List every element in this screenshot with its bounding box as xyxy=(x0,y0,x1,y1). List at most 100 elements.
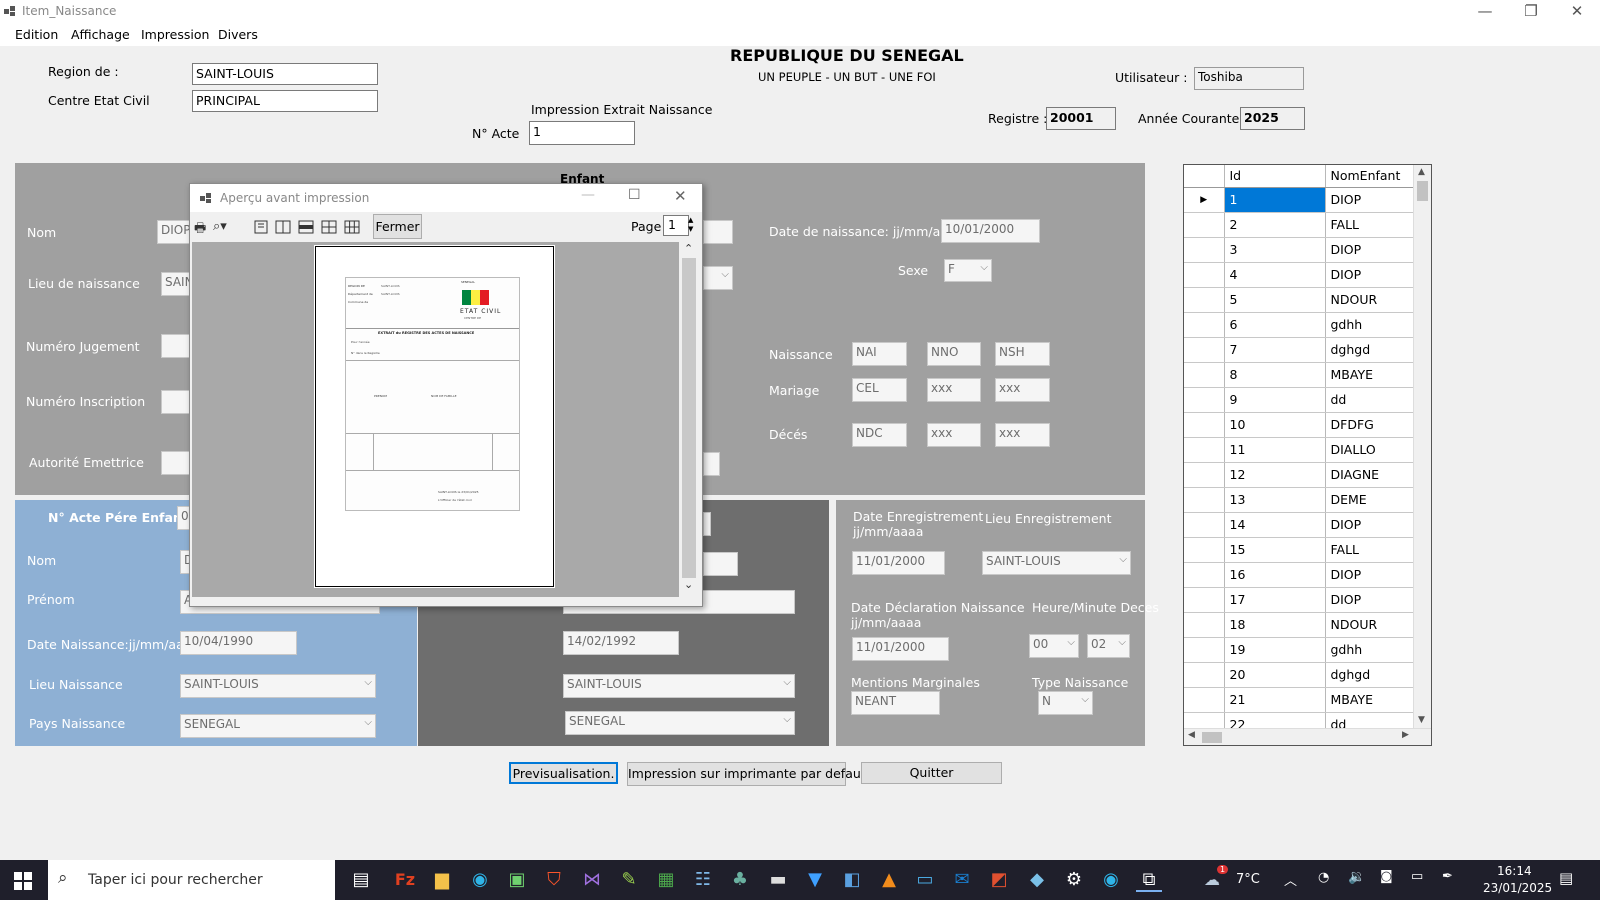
lieu-enreg-select[interactable]: SAINT-LOUIS ⌵ xyxy=(982,551,1131,575)
menu-impression[interactable]: Impression xyxy=(141,27,209,42)
mere-date-field[interactable]: 14/02/1992 xyxy=(563,631,679,655)
row-header[interactable] xyxy=(1184,437,1225,463)
print-default-button[interactable]: Impression sur imprimante par defaut. xyxy=(627,762,870,786)
cell-id[interactable]: 16 xyxy=(1224,562,1326,588)
cell-id[interactable]: 19 xyxy=(1224,637,1326,663)
table-row[interactable]: 19 gdhh xyxy=(1184,637,1414,663)
page-spinner[interactable]: ▲ ▼ xyxy=(688,216,693,234)
menu-affichage[interactable]: Affichage xyxy=(71,27,130,42)
cell-nomenfant[interactable]: MBAYE xyxy=(1325,687,1414,713)
terminal-icon[interactable]: ▣ xyxy=(504,868,530,892)
cell-nomenfant[interactable]: DIOP xyxy=(1325,512,1414,538)
grid-hscrollbar[interactable]: ◀ ▶ xyxy=(1184,728,1431,745)
cell-nomenfant[interactable]: DFDFG xyxy=(1325,412,1414,438)
scroll-up-icon[interactable]: ⌃ xyxy=(684,242,693,255)
col-header-nomenfant[interactable]: NomEnfant xyxy=(1325,165,1414,188)
menu-divers[interactable]: Divers xyxy=(218,27,258,42)
row-header[interactable] xyxy=(1184,562,1225,588)
cell-id[interactable]: 21 xyxy=(1224,687,1326,713)
row-header[interactable] xyxy=(1184,537,1225,563)
zoom-icon[interactable]: ⌕▾ xyxy=(213,219,227,234)
two-pages-icon[interactable] xyxy=(275,220,291,234)
cell-nomenfant[interactable]: DIOP xyxy=(1325,587,1414,613)
mere-pays-select[interactable]: SENEGAL ⌵ xyxy=(565,711,795,735)
task-view-icon[interactable]: ▤ xyxy=(348,868,374,892)
camera-icon[interactable]: ◙ xyxy=(1380,869,1393,884)
cell-nomenfant[interactable]: DIAGNE xyxy=(1325,462,1414,488)
fermer-button[interactable]: Fermer xyxy=(373,214,422,239)
minute-select[interactable]: 02 ⌵ xyxy=(1087,634,1130,658)
cell-nomenfant[interactable]: DEME xyxy=(1325,487,1414,513)
three-pages-icon[interactable] xyxy=(298,220,314,234)
pen-icon[interactable]: ✒ xyxy=(1442,869,1453,884)
table-row[interactable]: 16 DIOP xyxy=(1184,562,1414,588)
table-row[interactable]: 14 DIOP xyxy=(1184,512,1414,538)
mere-nom-field[interactable] xyxy=(703,552,738,576)
mere-acte-field[interactable] xyxy=(703,512,711,536)
remote-desktop-icon[interactable]: ▭ xyxy=(912,868,938,892)
row-header[interactable] xyxy=(1184,462,1225,488)
network-app-icon[interactable]: ☷ xyxy=(690,868,716,892)
vlc-icon[interactable]: ▲ xyxy=(876,868,902,892)
vpn-icon[interactable]: ▼ xyxy=(802,868,828,892)
table-row[interactable]: 4 DIOP xyxy=(1184,262,1414,288)
wifi-icon[interactable]: ◔ xyxy=(1318,870,1329,885)
edge-icon[interactable]: ◉ xyxy=(467,868,493,892)
minimize-button[interactable]: — xyxy=(1462,0,1508,24)
sexe-select[interactable]: F ⌵ xyxy=(944,259,992,282)
cell-nomenfant[interactable]: NDOUR xyxy=(1325,612,1414,638)
cell-nomenfant[interactable]: NDOUR xyxy=(1325,287,1414,313)
cell-id[interactable]: 10 xyxy=(1224,412,1326,438)
battery-icon[interactable]: ▭ xyxy=(1411,869,1423,884)
cell-id[interactable]: 17 xyxy=(1224,587,1326,613)
deces-code-2[interactable]: xxx xyxy=(927,423,981,447)
scroll-down-icon[interactable]: ▼ xyxy=(1418,715,1425,725)
row-header[interactable]: ▶ xyxy=(1184,187,1225,213)
cell-id[interactable]: 4 xyxy=(1224,262,1326,288)
visual-studio-icon[interactable]: ⋈ xyxy=(579,868,605,892)
cell-id[interactable]: 3 xyxy=(1224,237,1326,263)
deces-code-3[interactable]: xxx xyxy=(995,423,1050,447)
table-row[interactable]: 21 MBAYE xyxy=(1184,687,1414,713)
enfant-prenom-field[interactable] xyxy=(703,220,733,244)
spreadsheet-icon[interactable]: ▦ xyxy=(653,868,679,892)
type-select[interactable]: N ⌵ xyxy=(1038,691,1093,715)
volume-icon[interactable]: 🔉 xyxy=(1348,869,1365,885)
date-naissance-field[interactable]: 10/01/2000 xyxy=(941,219,1040,243)
dialog-maximize-button[interactable]: ☐ xyxy=(628,187,641,203)
row-header[interactable] xyxy=(1184,662,1225,688)
brave-icon[interactable]: ⛉ xyxy=(541,868,567,892)
tools-icon[interactable]: ✎ xyxy=(616,868,642,892)
notification-icon[interactable]: ▤ xyxy=(1559,869,1573,887)
cell-id[interactable]: 20 xyxy=(1224,662,1326,688)
pere-lieu-select[interactable]: SAINT-LOUIS ⌵ xyxy=(180,674,376,698)
edge-alt-icon[interactable]: ◉ xyxy=(1098,868,1124,892)
quit-button[interactable]: Quitter xyxy=(861,762,1002,784)
filezilla-icon[interactable]: Fz xyxy=(392,868,418,892)
office-icon[interactable]: ◩ xyxy=(986,868,1012,892)
cell-nomenfant[interactable]: DIOP xyxy=(1325,187,1414,213)
cell-nomenfant[interactable]: DIOP xyxy=(1325,562,1414,588)
row-header[interactable] xyxy=(1184,487,1225,513)
table-row[interactable]: 2 FALL xyxy=(1184,212,1414,238)
table-row[interactable]: 18 NDOUR xyxy=(1184,612,1414,638)
app-icon-blue[interactable]: ◧ xyxy=(839,868,865,892)
restore-button[interactable]: ❐ xyxy=(1508,0,1554,24)
row-header[interactable] xyxy=(1184,687,1225,713)
pere-date-field[interactable]: 10/04/1990 xyxy=(180,631,297,655)
clock-time[interactable]: 16:14 xyxy=(1497,864,1532,878)
table-row[interactable]: 17 DIOP xyxy=(1184,587,1414,613)
enfant-combo[interactable]: ⌵ xyxy=(703,266,733,290)
naissance-code-2[interactable]: NNO xyxy=(927,342,981,366)
cell-nomenfant[interactable]: FALL xyxy=(1325,212,1414,238)
table-row[interactable]: 3 DIOP xyxy=(1184,237,1414,263)
row-header[interactable] xyxy=(1184,337,1225,363)
cell-nomenfant[interactable]: dd xyxy=(1325,387,1414,413)
autorite-extra-field[interactable] xyxy=(703,452,720,476)
scroll-down-icon[interactable]: ⌄ xyxy=(684,578,693,591)
scroll-up-icon[interactable]: ▲ xyxy=(1418,167,1425,177)
preview-vscrollbar[interactable]: ⌃ ⌄ xyxy=(679,242,700,597)
table-row[interactable]: 12 DIAGNE xyxy=(1184,462,1414,488)
table-row[interactable]: 13 DEME xyxy=(1184,487,1414,513)
cell-id[interactable]: 15 xyxy=(1224,537,1326,563)
